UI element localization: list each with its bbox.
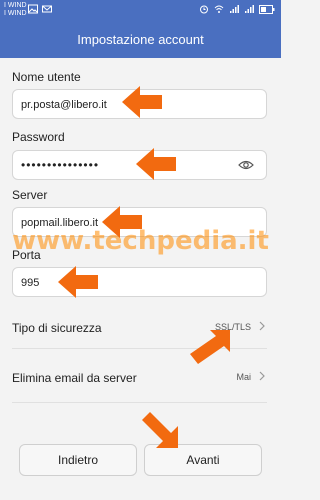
page-title: Impostazione account: [77, 32, 204, 47]
security-type-label: Tipo di sicurezza: [12, 321, 102, 335]
arrow-annotation-icon: [122, 86, 162, 118]
back-button[interactable]: Indietro: [19, 444, 137, 476]
delete-from-server-label: Elimina email da server: [12, 371, 137, 385]
port-value: 995: [21, 277, 40, 289]
signal-icon: [230, 5, 239, 13]
username-label: Nome utente: [12, 70, 81, 84]
status-bar: I WIND I WIND: [0, 0, 281, 22]
password-label: Password: [12, 130, 65, 144]
port-field[interactable]: 995: [12, 267, 267, 297]
carrier-labels: I WIND I WIND: [4, 2, 27, 18]
username-value: pr.posta@libero.it: [21, 99, 107, 111]
carrier-2: I WIND: [4, 10, 27, 17]
password-mask: •••••••••••••••: [21, 158, 100, 172]
server-label: Server: [12, 188, 48, 202]
delete-from-server-value: Mai: [236, 372, 251, 382]
signal-icon: [245, 5, 254, 13]
carrier-1: I WIND: [4, 2, 27, 9]
picture-icon: [28, 4, 38, 14]
arrow-annotation-icon: [190, 330, 230, 364]
chevron-right-icon: [259, 371, 265, 381]
arrow-annotation-icon: [142, 412, 178, 448]
wifi-icon: [214, 5, 224, 13]
arrow-annotation-icon: [136, 148, 176, 180]
alarm-icon: [200, 5, 208, 14]
mail-icon: [42, 5, 52, 13]
title-bar: Impostazione account: [0, 22, 281, 58]
divider: [12, 402, 267, 403]
eye-icon[interactable]: [238, 159, 254, 171]
battery-icon: [259, 4, 275, 14]
arrow-annotation-icon: [58, 266, 98, 298]
arrow-annotation-icon: [102, 206, 142, 238]
chevron-right-icon: [259, 321, 265, 331]
